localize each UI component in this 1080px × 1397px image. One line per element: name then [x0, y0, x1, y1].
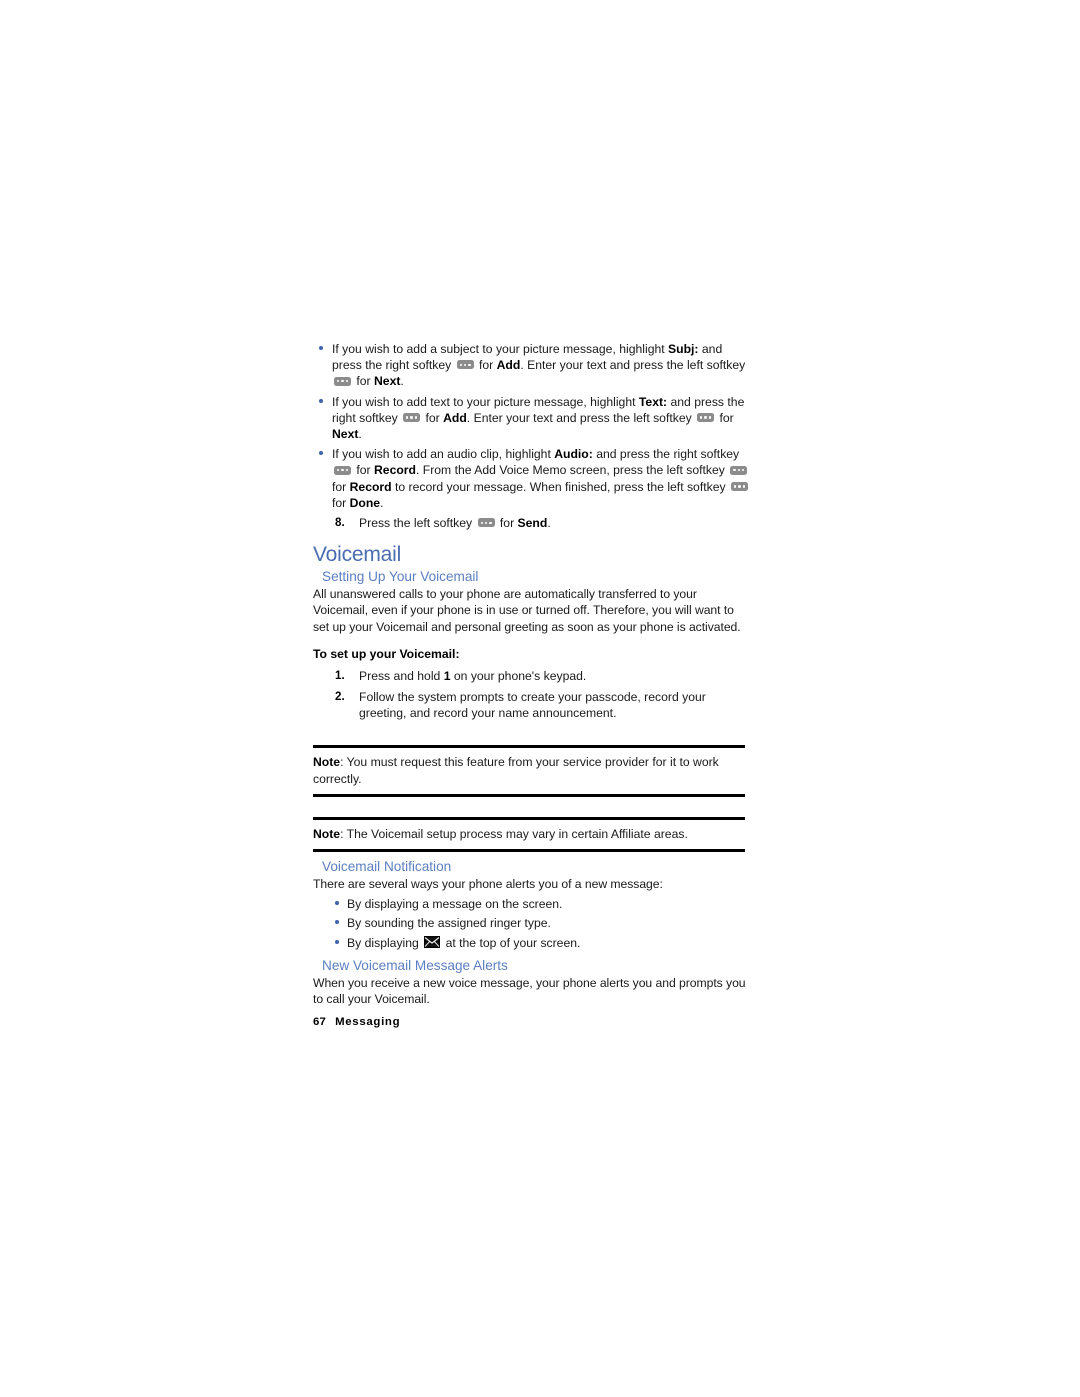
notification-intro: There are several ways your phone alerts…: [313, 877, 663, 892]
setting-up-paragraph: All unanswered calls to your phone are a…: [313, 587, 741, 634]
list-item-text: By sounding the assigned ringer type.: [347, 916, 551, 931]
emphasis-text: Text:: [638, 394, 668, 409]
list-item-text: If you wish to add an audio clip, highli…: [332, 447, 750, 510]
emphasis-text: Note: [313, 826, 341, 841]
bullet-dot-icon: [319, 346, 323, 350]
softkey-icon: [697, 413, 715, 423]
emphasis-text: Note: [313, 755, 341, 770]
numbered-step: 8. Press the left softkey for Send.: [313, 515, 753, 531]
list-item-text: By displaying a message on the screen.: [347, 897, 563, 912]
bullet-dot-icon: [335, 939, 339, 944]
page-content: If you wish to add a subject to your pic…: [313, 341, 753, 1007]
emphasis-text: Next: [332, 427, 359, 442]
softkey-icon: [334, 465, 351, 475]
section-heading-voicemail-notification: Voicemail Notification: [322, 859, 452, 875]
note-text: Note: The Voicemail setup process may va…: [313, 826, 688, 841]
page-title: Voicemail: [313, 543, 402, 567]
new-alerts-paragraph: When you receive a new voice message, yo…: [313, 975, 746, 1007]
list-item: If you wish to add a subject to your pic…: [313, 341, 753, 390]
emphasis-text: Add: [496, 358, 521, 373]
emphasis-text: Audio:: [554, 447, 593, 462]
emphasis-text: Done: [349, 495, 381, 510]
step-number: 1.: [335, 668, 345, 682]
note-bottom-rule: [313, 793, 745, 797]
bullet-dot-icon: [319, 398, 323, 403]
bullet-dot-icon: [335, 920, 339, 925]
softkey-icon: [456, 360, 474, 370]
note-bottom-rule: [313, 849, 745, 853]
list-item-text: If you wish to add a subject to your pic…: [332, 342, 746, 389]
emphasis-text: Next: [374, 374, 401, 389]
list-item-text: By displaying at the top of your screen.: [347, 935, 581, 950]
softkey-icon: [477, 518, 495, 528]
list-item: By displaying at the top of your screen.: [313, 935, 753, 951]
section-heading-setting-up: Setting Up Your Voicemail: [322, 569, 479, 585]
notification-bullet-list: By displaying a message on the screen. B…: [313, 896, 753, 951]
emphasis-text: Add: [443, 410, 467, 425]
manual-page: If you wish to add a subject to your pic…: [0, 0, 1080, 1397]
list-item: If you wish to add text to your picture …: [313, 394, 753, 443]
softkey-icon: [403, 413, 421, 423]
envelope-icon: [424, 936, 441, 949]
footer-chapter-name: Messaging: [335, 1016, 401, 1028]
emphasis-text: Record: [349, 479, 392, 494]
softkey-icon: [730, 481, 748, 491]
bullet-dot-icon: [335, 901, 339, 906]
page-footer: 67 Messaging: [313, 1016, 400, 1028]
section-heading-new-voicemail-alerts: New Voicemail Message Alerts: [322, 957, 508, 973]
numbered-step: 2. Follow the system prompts to create y…: [313, 689, 753, 721]
step-text: Press the left softkey for Send.: [359, 516, 551, 531]
list-item-text: If you wish to add text to your picture …: [332, 394, 745, 442]
step-number: 2.: [335, 690, 345, 704]
step-text: Follow the system prompts to create your…: [359, 690, 706, 721]
step-text: Press and hold 1 on your phone's keypad.: [359, 668, 587, 683]
emphasis-text: 1: [443, 668, 451, 683]
bullet-dot-icon: [319, 451, 323, 456]
softkey-icon: [334, 376, 351, 386]
picture-message-bullet-list: If you wish to add a subject to your pic…: [313, 341, 753, 511]
numbered-step: 1. Press and hold 1 on your phone's keyp…: [313, 668, 753, 684]
list-item: If you wish to add an audio clip, highli…: [313, 446, 753, 511]
softkey-icon: [730, 465, 748, 475]
emphasis-text: Send: [517, 516, 548, 531]
emphasis-text: Record: [374, 463, 416, 478]
step-number: 8.: [335, 516, 345, 530]
footer-page-number: 67: [313, 1016, 327, 1028]
note-box: Note: You must request this feature from…: [313, 745, 745, 797]
list-item: By sounding the assigned ringer type.: [313, 915, 753, 931]
note-text: Note: You must request this feature from…: [313, 755, 719, 786]
emphasis-text: Subj:: [668, 342, 699, 356]
note-box: Note: The Voicemail setup process may va…: [313, 816, 745, 853]
list-item: By displaying a message on the screen.: [313, 896, 753, 912]
setup-lead-in: To set up your Voicemail:: [313, 646, 460, 661]
